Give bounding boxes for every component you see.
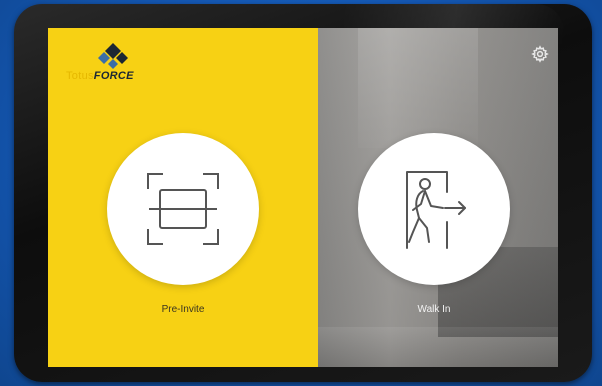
brand-name-light: Totus xyxy=(66,70,94,82)
kiosk-screen: TotusFORCE Pre-Invite Walk In xyxy=(48,28,558,367)
walk-in-door-icon xyxy=(406,171,466,249)
logo-diamond-icon xyxy=(98,43,128,69)
walk-in-panel: Walk In xyxy=(318,28,558,367)
pre-invite-panel: TotusFORCE Pre-Invite xyxy=(48,28,318,367)
walk-in-label: Walk In xyxy=(417,304,451,315)
brand-name-bold: FORCE xyxy=(93,70,134,82)
brand-name: TotusFORCE xyxy=(66,70,134,82)
brand-logo: TotusFORCE xyxy=(66,42,186,92)
background-window xyxy=(358,28,478,148)
pre-invite-label: Pre-Invite xyxy=(161,304,205,315)
tablet-frame: TotusFORCE Pre-Invite Walk In xyxy=(14,4,592,382)
gear-icon[interactable] xyxy=(531,45,549,63)
pre-invite-button[interactable] xyxy=(107,133,259,285)
qr-scan-icon xyxy=(147,173,219,245)
walk-in-button[interactable] xyxy=(358,133,510,285)
background-floor xyxy=(318,327,558,367)
